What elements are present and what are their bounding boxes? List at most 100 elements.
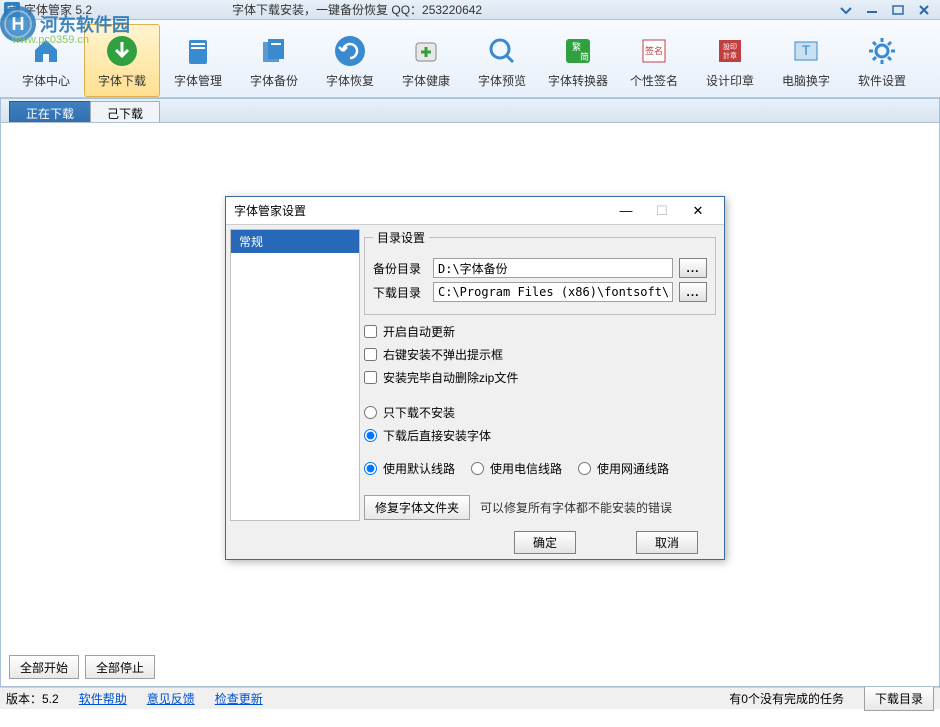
repair-button[interactable]: 修复字体文件夹 (364, 495, 470, 520)
download-browse-button[interactable]: ... (679, 282, 707, 302)
toolbar-label: 字体管理 (174, 72, 222, 89)
dropdown-button[interactable] (834, 2, 858, 18)
toolbar-label: 字体中心 (22, 72, 70, 89)
svg-text:設印: 設印 (723, 42, 737, 51)
toolbar-label: 字体转换器 (548, 72, 608, 89)
stop-all-button[interactable]: 全部停止 (85, 655, 155, 679)
maximize-button[interactable] (886, 2, 910, 18)
download-icon (103, 32, 141, 70)
toolbar-settings[interactable]: 软件设置 (844, 24, 920, 97)
backup-dir-input[interactable] (433, 258, 673, 278)
start-all-button[interactable]: 全部开始 (9, 655, 79, 679)
svg-text:简: 简 (580, 51, 589, 62)
download-install-radio[interactable] (364, 429, 377, 442)
toolbar-preview[interactable]: 字体预览 (464, 24, 540, 97)
toolbar-label: 字体备份 (250, 72, 298, 89)
svg-text:T: T (802, 42, 811, 58)
download-only-label: 只下载不安装 (383, 404, 455, 421)
svg-text:計章: 計章 (723, 51, 737, 60)
ok-button[interactable]: 确定 (514, 531, 576, 554)
default-line-radio[interactable] (364, 462, 377, 475)
toolbar-signature[interactable]: 签名个性签名 (616, 24, 692, 97)
dialog-minimize-button[interactable]: — (608, 201, 644, 221)
directory-settings-group: 目录设置 备份目录 ... 下载目录 ... (364, 229, 716, 315)
seal-icon: 設印計章 (711, 32, 749, 70)
auto-update-checkbox[interactable] (364, 325, 377, 338)
dialog-titlebar[interactable]: 字体管家设置 — ☐ ✕ (226, 197, 724, 225)
tab-1[interactable]: 己下载 (90, 101, 160, 122)
noprompt-label: 右键安装不弹出提示框 (383, 346, 503, 363)
noprompt-checkbox[interactable] (364, 348, 377, 361)
toolbar-restore[interactable]: 字体恢复 (312, 24, 388, 97)
toolbar-label: 字体下载 (98, 72, 146, 89)
toolbar-book[interactable]: 字体管理 (160, 24, 236, 97)
settings-icon (863, 32, 901, 70)
netcom-line-radio[interactable] (578, 462, 591, 475)
tab-0[interactable]: 正在下载 (9, 101, 91, 122)
status-bar: 版本：5.2 软件帮助 意见反馈 检查更新 有0个没有完成的任务 下载目录 (0, 687, 940, 709)
fieldset-legend: 目录设置 (373, 229, 429, 246)
toolbar-home[interactable]: 字体中心 (8, 24, 84, 97)
dialog-sidebar: 常规 (230, 229, 360, 521)
backup-dir-label: 备份目录 (373, 260, 427, 277)
sidebar-item-general[interactable]: 常规 (231, 230, 359, 253)
toolbar-health[interactable]: 字体健康 (388, 24, 464, 97)
netcom-line-label: 使用网通线路 (597, 460, 669, 477)
download-install-label: 下载后直接安装字体 (383, 427, 491, 444)
default-line-label: 使用默认线路 (383, 460, 455, 477)
toolbar-seal[interactable]: 設印計章设计印章 (692, 24, 768, 97)
preview-icon (483, 32, 521, 70)
toolbar-label: 电脑换字 (782, 72, 830, 89)
toolbar-label: 字体恢复 (326, 72, 374, 89)
download-dir-label: 下载目录 (373, 284, 427, 301)
help-link[interactable]: 软件帮助 (79, 690, 127, 707)
toolbar-swap[interactable]: T 电脑换字 (768, 24, 844, 97)
book-icon (179, 32, 217, 70)
main-toolbar: 字体中心字体下载字体管理字体备份字体恢复字体健康字体预览繁简字体转换器签名个性签… (0, 20, 940, 98)
repair-note: 可以修复所有字体都不能安装的错误 (480, 499, 672, 516)
telecom-line-label: 使用电信线路 (490, 460, 562, 477)
convert-icon: 繁简 (559, 32, 597, 70)
window-subtitle: 字体下载安装，一键备份恢复 QQ：253220642 (232, 1, 482, 18)
restore-icon (331, 32, 369, 70)
toolbar-label: 字体预览 (478, 72, 526, 89)
svg-text:繁: 繁 (572, 41, 581, 52)
svg-text:签名: 签名 (645, 45, 663, 56)
task-status: 有0个没有完成的任务 (729, 690, 844, 707)
minimize-button[interactable] (860, 2, 884, 18)
delete-zip-label: 安装完毕自动删除zip文件 (383, 369, 518, 386)
toolbar-convert[interactable]: 繁简字体转换器 (540, 24, 616, 97)
toolbar-download[interactable]: 字体下载 (84, 24, 160, 97)
close-button[interactable] (912, 2, 936, 18)
svg-text:字: 字 (7, 4, 17, 17)
download-only-radio[interactable] (364, 406, 377, 419)
window-title: 字体管家 5.2 (24, 1, 92, 18)
auto-update-label: 开启自动更新 (383, 323, 455, 340)
download-dir-button[interactable]: 下载目录 (864, 686, 934, 711)
app-icon: 字 (4, 2, 20, 18)
settings-dialog: 字体管家设置 — ☐ ✕ 常规 目录设置 备份目录 ... 下载目录 ... (225, 196, 725, 560)
swap-icon: T (787, 32, 825, 70)
signature-icon: 签名 (635, 32, 673, 70)
home-icon (27, 32, 65, 70)
backup-browse-button[interactable]: ... (679, 258, 707, 278)
feedback-link[interactable]: 意见反馈 (147, 690, 195, 707)
delete-zip-checkbox[interactable] (364, 371, 377, 384)
health-icon (407, 32, 445, 70)
dialog-maximize-button[interactable]: ☐ (644, 201, 680, 221)
toolbar-label: 软件设置 (858, 72, 906, 89)
files-icon (255, 32, 293, 70)
download-dir-input[interactable] (433, 282, 673, 302)
dialog-title-text: 字体管家设置 (234, 202, 306, 219)
cancel-button[interactable]: 取消 (636, 531, 698, 554)
download-tabs: 正在下载己下载 (1, 99, 939, 123)
toolbar-files[interactable]: 字体备份 (236, 24, 312, 97)
version-label: 版本：5.2 (6, 690, 59, 707)
title-bar: 字 字体管家 5.2 字体下载安装，一键备份恢复 QQ：253220642 (0, 0, 940, 20)
toolbar-label: 个性签名 (630, 72, 678, 89)
telecom-line-radio[interactable] (471, 462, 484, 475)
check-update-link[interactable]: 检查更新 (215, 690, 263, 707)
toolbar-label: 设计印章 (706, 72, 754, 89)
toolbar-label: 字体健康 (402, 72, 450, 89)
dialog-close-button[interactable]: ✕ (680, 201, 716, 221)
